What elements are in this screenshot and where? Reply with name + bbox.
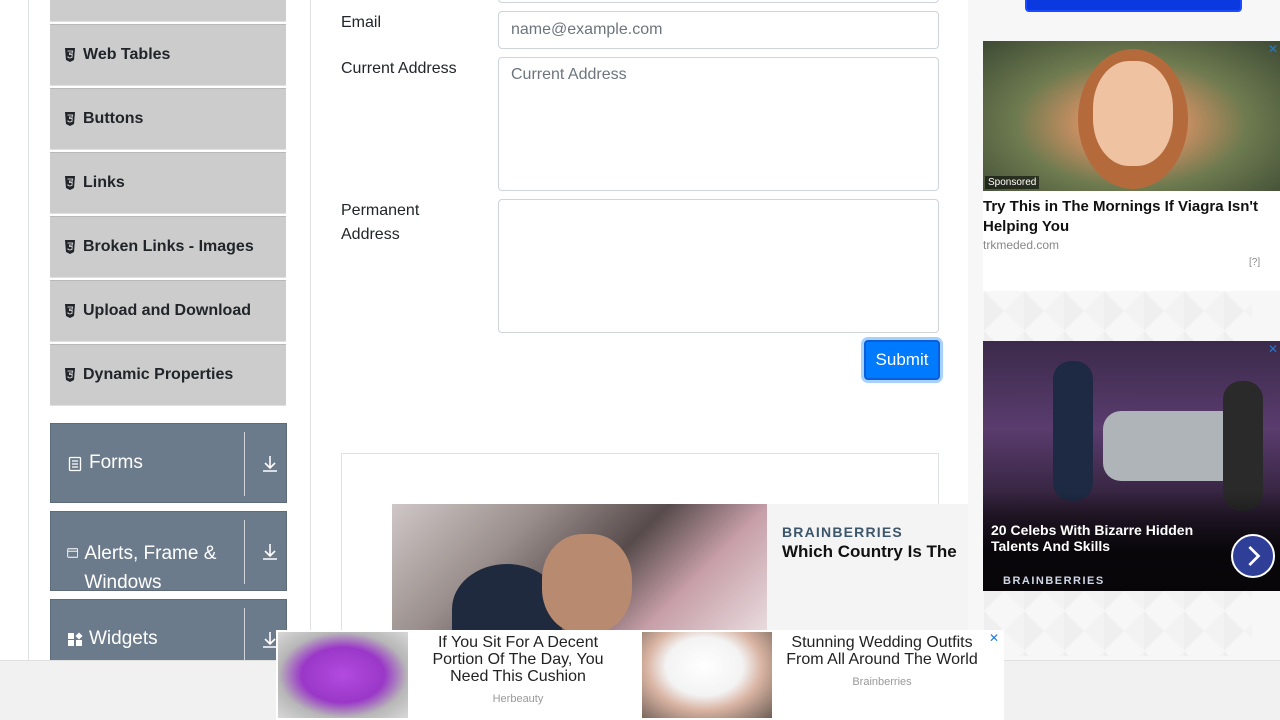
group-forms[interactable]: Forms — [50, 423, 287, 503]
group-header: Forms — [67, 452, 143, 474]
ad-image — [392, 504, 767, 634]
sidebar-item-label: Buttons — [83, 110, 144, 127]
ad-title[interactable]: Try This in The Mornings If Viagra Isn't… — [983, 197, 1280, 237]
left-divider — [28, 0, 29, 660]
sidebar-item-buttons[interactable]: Buttons — [50, 88, 286, 150]
ad-headline: Which Country Is The — [782, 542, 957, 561]
html5-icon — [65, 368, 75, 382]
sidebar-item-upload-download[interactable]: Upload and Download — [50, 280, 286, 342]
side-ad-1[interactable]: Sponsored Try This in The Mornings If Vi… — [983, 41, 1280, 291]
ad-info[interactable]: [?] — [1249, 257, 1260, 268]
sidebar-right-divider — [310, 0, 311, 660]
side-ad-2[interactable]: 20 Celebs With Bizarre Hidden Talents An… — [983, 341, 1280, 591]
permanent-address-field[interactable] — [498, 199, 939, 333]
html5-icon — [65, 48, 75, 62]
permanent-address-label: Permanent Address — [341, 202, 420, 243]
sidebar-item-label: Links — [83, 174, 125, 191]
ad-source: Herbeauty — [492, 693, 544, 705]
current-address-label: Current Address — [341, 60, 457, 77]
mid-ad-banner[interactable]: BRAINBERRIES Which Country Is The — [392, 504, 982, 634]
group-label: Alerts, Frame & Windows — [84, 543, 217, 593]
ad-image — [642, 632, 772, 718]
download-icon[interactable] — [260, 542, 280, 562]
sidebar-item-broken-links[interactable]: Broken Links - Images — [50, 216, 286, 278]
ad-source: Brainberries — [852, 676, 912, 688]
group-header: Alerts, Frame & Windows — [67, 539, 237, 597]
ad-title[interactable]: If You Sit For A Decent Portion Of The D… — [416, 634, 620, 685]
window-icon — [67, 548, 79, 558]
sidebar-item-label: Web Tables — [83, 46, 171, 63]
group-label: Widgets — [89, 628, 158, 649]
sidebar-item-label: Broken Links - Images — [83, 238, 254, 255]
sponsored-badge: Sponsored — [985, 176, 1040, 189]
ad-brand: BRAINBERRIES — [1003, 575, 1105, 587]
sidebar-item-label: Upload and Download — [83, 302, 251, 319]
bottom-ad[interactable]: If You Sit For A Decent Portion Of The D… — [276, 630, 1004, 720]
chevron-right-icon[interactable] — [1231, 534, 1275, 578]
ad-cta-button[interactable] — [1025, 0, 1242, 12]
sidebar-item-dynamic-properties[interactable]: Dynamic Properties — [50, 344, 286, 406]
ad-title: 20 Celebs With Bizarre Hidden Talents An… — [991, 522, 1194, 554]
widgets-icon — [68, 632, 83, 646]
ad-title[interactable]: Stunning Wedding Outfits From All Around… — [772, 634, 992, 668]
ad-brand: BRAINBERRIES — [782, 524, 903, 540]
current-address-field[interactable]: Current Address — [498, 57, 939, 191]
submit-button[interactable]: Submit — [864, 340, 940, 380]
name-field-partial[interactable] — [498, 0, 939, 3]
html5-icon — [65, 304, 75, 318]
html5-icon — [65, 112, 75, 126]
divider — [244, 432, 245, 496]
group-label: Forms — [89, 452, 143, 473]
download-icon[interactable] — [260, 454, 280, 474]
group-alerts-frame-windows[interactable]: Alerts, Frame & Windows — [50, 511, 287, 593]
sidebar-item-web-tables[interactable]: Web Tables — [50, 24, 286, 86]
ad-source: trkmeded.com — [983, 238, 1060, 252]
divider — [244, 520, 245, 584]
group-header: Widgets — [67, 628, 158, 650]
email-field[interactable]: name@example.com — [498, 11, 939, 49]
document-icon — [68, 456, 82, 472]
sidebar-item-links[interactable]: Links — [50, 152, 286, 214]
ad-image — [278, 632, 408, 718]
close-icon[interactable]: ✕ — [1268, 343, 1280, 355]
ad-image — [983, 41, 1280, 191]
email-label: Email — [341, 14, 382, 31]
sidebar-item-label: Dynamic Properties — [83, 366, 234, 383]
html5-icon — [65, 240, 75, 254]
close-icon[interactable]: ✕ — [989, 632, 1001, 644]
close-icon[interactable]: ✕ — [1268, 43, 1280, 55]
sidebar-item-partial[interactable] — [50, 0, 286, 22]
html5-icon — [65, 176, 75, 190]
